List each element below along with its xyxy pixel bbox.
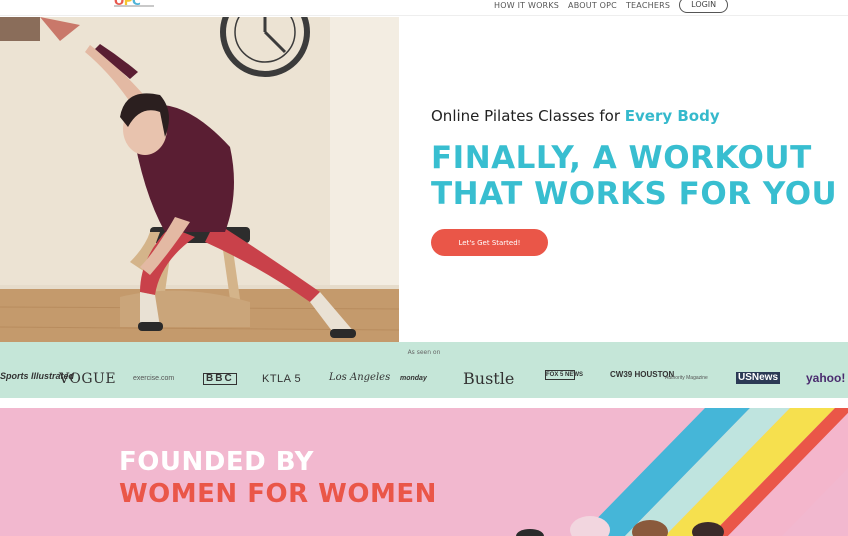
press-logo-los-angeles: Los Angeles (329, 372, 391, 383)
nav-how-it-works[interactable]: HOW IT WORKS (494, 1, 559, 10)
press-logo-yahoo: yahoo! (806, 371, 846, 385)
login-button[interactable]: LOGIN (679, 0, 729, 13)
press-logo-monday: monday (400, 375, 427, 382)
press-logo-authority-magazine: Authority Magazine (665, 375, 708, 381)
site-header: OPC HOW IT WORKS ABOUT OPC TEACHERS LOGI… (0, 0, 848, 16)
hero-subtitle-accent: Every Body (624, 107, 720, 125)
hero-subtitle: Online Pilates Classes for Every Body (431, 107, 720, 125)
press-logo-fox5: FOX 5 NEWS (545, 370, 584, 380)
press-caption: As seen on (407, 349, 441, 356)
press-logo-bbc: BBC (203, 373, 237, 385)
site-logo[interactable]: OPC (114, 0, 156, 10)
page: OPC HOW IT WORKS ABOUT OPC TEACHERS LOGI… (0, 0, 848, 536)
press-logo-vogue: VOGUE (59, 371, 117, 387)
press-logo-usnews: USNews (736, 372, 781, 384)
press-logo-ktla: KTLA 5 (262, 373, 302, 385)
press-logo-exercise: exercise.com (133, 375, 175, 382)
nav-about-opc[interactable]: ABOUT OPC (568, 1, 617, 10)
press-logo-cw39: CW39 HOUSTON (610, 370, 675, 379)
hero-photo (0, 17, 399, 342)
founded-body-text-placeholder (119, 529, 379, 533)
founded-heading-line1: FOUNDED BY (119, 447, 314, 477)
hero-headline-line2: THAT WORKS FOR YOU (431, 176, 838, 212)
section-divider (0, 398, 848, 408)
logo-tagline-graphic (114, 5, 154, 7)
founded-heading-line2: WOMEN FOR WOMEN (119, 479, 437, 509)
hero-subtitle-prefix: Online Pilates Classes for (431, 107, 625, 125)
press-logo-sports-illustrated: Sports Illustrated (0, 371, 75, 381)
nav-teachers[interactable]: TEACHERS (626, 1, 670, 10)
hero-headline: FINALLY, A WORKOUT THAT WORKS FOR YOU (431, 140, 837, 212)
hero-headline-line1: FINALLY, A WORKOUT (431, 140, 812, 176)
get-started-button[interactable]: Let's Get Started! (431, 229, 548, 256)
woman-side-stretch-photo (0, 17, 399, 342)
main-nav: HOW IT WORKS ABOUT OPC TEACHERS LOGIN (494, 0, 729, 13)
press-logo-bustle: Bustle (463, 369, 515, 388)
